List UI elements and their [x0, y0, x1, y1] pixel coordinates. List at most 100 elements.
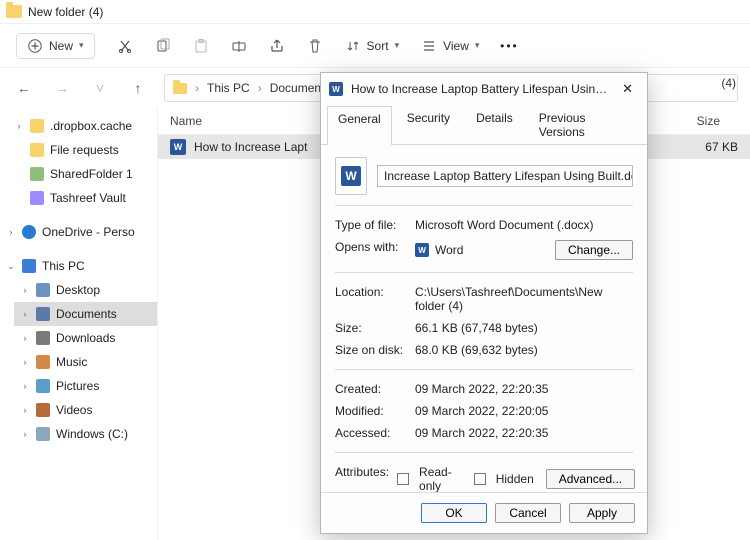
hidden-checkbox[interactable] [474, 473, 486, 485]
dialog-footer: OK Cancel Apply [321, 492, 647, 533]
sidebar-item-label: File requests [50, 143, 119, 157]
crumb-separator: › [195, 81, 199, 95]
pc-icon [22, 259, 36, 273]
sidebar-item-file-requests[interactable]: File requests [8, 138, 157, 162]
sidebar-item-label: Tashreef Vault [50, 191, 126, 205]
sidebar-item-downloads[interactable]: ›Downloads [14, 326, 157, 350]
up-dir-button[interactable]: ↑ [126, 76, 150, 100]
col-size-header[interactable]: Size [668, 114, 738, 128]
readonly-label: Read-only [419, 465, 455, 492]
rename-icon[interactable] [231, 38, 247, 54]
sidebar-item-onedrive[interactable]: ›OneDrive - Perso [0, 220, 157, 244]
vault-icon [30, 191, 44, 205]
tab-security[interactable]: Security [396, 105, 461, 144]
sidebar-item-music[interactable]: ›Music [14, 350, 157, 374]
filename-input[interactable]: Increase Laptop Battery Lifespan Using B… [377, 165, 633, 187]
sidebar-item-label: OneDrive - Perso [42, 225, 135, 239]
sort-label: Sort [367, 39, 389, 53]
label-attributes: Attributes: [335, 465, 389, 492]
sidebar-item-label: Pictures [56, 379, 99, 393]
sidebar-item-label: Documents [56, 307, 117, 321]
sidebar-item-label: Music [56, 355, 87, 369]
pictures-icon [36, 379, 50, 393]
downloads-icon [36, 331, 50, 345]
sidebar-item-label: Windows (C:) [56, 427, 128, 441]
view-button[interactable]: View ▾ [421, 38, 479, 54]
chevron-down-icon: ▾ [79, 40, 84, 51]
new-label: New [49, 39, 73, 53]
sidebar: ›.dropbox.cache File requests SharedFold… [0, 108, 158, 540]
sidebar-item-label: Downloads [56, 331, 115, 345]
new-button[interactable]: New ▾ [16, 33, 95, 59]
paste-icon[interactable] [193, 38, 209, 54]
label-opens-with: Opens with: [335, 240, 407, 260]
share-icon[interactable] [269, 38, 285, 54]
cut-icon[interactable] [117, 38, 133, 54]
change-button[interactable]: Change... [555, 240, 633, 260]
dialog-titlebar: W How to Increase Laptop Battery Lifespa… [321, 73, 647, 105]
sidebar-item-dropbox-cache[interactable]: ›.dropbox.cache [8, 114, 157, 138]
sidebar-item-pictures[interactable]: ›Pictures [14, 374, 157, 398]
toolbar: New ▾ Sort ▾ View ▾ ••• [0, 24, 750, 68]
sort-button[interactable]: Sort ▾ [345, 38, 400, 54]
tab-details[interactable]: Details [465, 105, 524, 144]
docx-icon: W [170, 139, 186, 155]
ok-button[interactable]: OK [421, 503, 487, 523]
chevron-down-icon: ▾ [395, 40, 400, 51]
value-accessed: 09 March 2022, 22:20:35 [415, 426, 633, 440]
value-size: 66.1 KB (67,748 bytes) [415, 321, 633, 335]
sidebar-item-label: Desktop [56, 283, 100, 297]
value-created: 09 March 2022, 22:20:35 [415, 382, 633, 396]
sidebar-item-shared-folder[interactable]: SharedFolder 1 [8, 162, 157, 186]
sidebar-item-label: .dropbox.cache [50, 119, 132, 133]
plus-icon [27, 38, 43, 54]
crumb-separator: › [258, 81, 262, 95]
shared-folder-icon [30, 167, 44, 181]
sidebar-item-label: Videos [56, 403, 92, 417]
hidden-label: Hidden [496, 472, 534, 486]
back-button[interactable]: ← [12, 76, 36, 100]
readonly-checkbox[interactable] [397, 473, 409, 485]
crumb-thispc[interactable]: This PC [207, 81, 250, 95]
delete-icon[interactable] [307, 38, 323, 54]
file-type-large-icon: W [335, 157, 367, 195]
window-title: New folder (4) [28, 5, 103, 19]
sidebar-item-thispc[interactable]: ⌄This PC [0, 254, 157, 278]
dialog-body: W Increase Laptop Battery Lifespan Using… [321, 145, 647, 492]
label-location: Location: [335, 285, 407, 313]
sidebar-item-documents[interactable]: ›Documents [14, 302, 157, 326]
sidebar-item-desktop[interactable]: ›Desktop [14, 278, 157, 302]
value-modified: 09 March 2022, 22:20:05 [415, 404, 633, 418]
value-type-of-file: Microsoft Word Document (.docx) [415, 218, 633, 232]
sort-icon [345, 38, 361, 54]
advanced-button[interactable]: Advanced... [546, 469, 635, 489]
value-size-on-disk: 68.0 KB (69,632 bytes) [415, 343, 633, 357]
tab-general[interactable]: General [327, 106, 392, 145]
copy-icon[interactable] [155, 38, 171, 54]
sidebar-item-tashreef-vault[interactable]: Tashreef Vault [8, 186, 157, 210]
cloud-icon [22, 225, 36, 239]
sidebar-item-videos[interactable]: ›Videos [14, 398, 157, 422]
properties-dialog: W How to Increase Laptop Battery Lifespa… [320, 72, 648, 534]
sidebar-item-windows-c[interactable]: ›Windows (C:) [14, 422, 157, 446]
music-icon [36, 355, 50, 369]
file-size: 67 KB [678, 140, 738, 154]
more-icon[interactable]: ••• [501, 38, 517, 54]
up-button[interactable]: ˅ [88, 76, 112, 100]
drive-icon [36, 427, 50, 441]
dialog-close-button[interactable]: ✕ [616, 79, 639, 99]
label-type-of-file: Type of file: [335, 218, 407, 232]
folder-icon [173, 83, 187, 94]
tab-previous-versions[interactable]: Previous Versions [528, 105, 641, 144]
breadcrumb-trailing: (4) [721, 76, 736, 90]
sidebar-item-label: This PC [42, 259, 85, 273]
forward-button[interactable]: → [50, 76, 74, 100]
view-icon [421, 38, 437, 54]
word-app-icon: W [415, 243, 429, 257]
sidebar-item-label: SharedFolder 1 [50, 167, 133, 181]
apply-button[interactable]: Apply [569, 503, 635, 523]
label-accessed: Accessed: [335, 426, 407, 440]
cancel-button[interactable]: Cancel [495, 503, 561, 523]
value-opens-with: Word [435, 243, 463, 257]
folder-icon [30, 119, 44, 133]
